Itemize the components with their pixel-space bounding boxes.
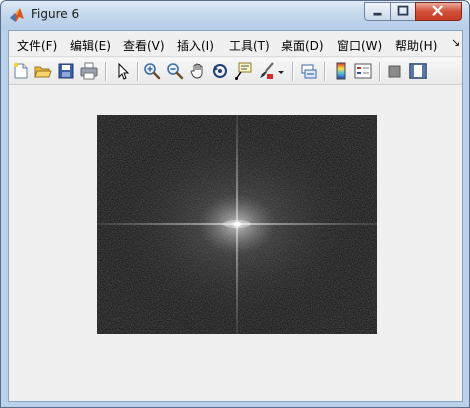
toolbar-separator: [137, 62, 138, 81]
minimize-button[interactable]: [364, 2, 391, 21]
maximize-icon: [397, 5, 409, 16]
new-document-icon: [13, 62, 28, 79]
toolbar-separator: [105, 62, 106, 81]
figure-client-area: 文件(F) 编辑(E) 查看(V) 插入(I) 工具(T) 桌面(D) 窗口(W…: [8, 30, 463, 402]
show-plot-tools-button[interactable]: [409, 62, 427, 80]
print-button[interactable]: [80, 62, 98, 80]
chevron-down-icon: [278, 71, 284, 74]
link-icon: [301, 64, 317, 79]
menu-edit[interactable]: 编辑(E): [70, 37, 111, 54]
menu-file[interactable]: 文件(F): [17, 37, 57, 54]
save-button[interactable]: [57, 62, 75, 80]
rotate-icon: [213, 64, 227, 78]
zoom-out-button[interactable]: [166, 62, 184, 80]
figure-toolbar: [9, 58, 462, 85]
brush-icon: [260, 62, 274, 79]
link-plot-button[interactable]: [300, 62, 318, 80]
brush-button[interactable]: [257, 62, 275, 80]
menu-overflow-icon[interactable]: ↘: [451, 36, 460, 49]
minimize-icon: [373, 12, 382, 16]
show-tools-icon: [409, 63, 427, 79]
menu-window[interactable]: 窗口(W): [337, 37, 382, 54]
rotate-3d-button[interactable]: [211, 62, 229, 80]
fft-spectrum-image[interactable]: [97, 115, 377, 334]
arrow-pointer-icon: [118, 62, 130, 80]
title-bar[interactable]: Figure 6: [1, 1, 469, 30]
colorbar-icon: [336, 62, 346, 80]
open-folder-icon: [34, 66, 52, 78]
menu-help[interactable]: 帮助(H): [395, 37, 437, 54]
maximize-button[interactable]: [390, 2, 416, 21]
data-cursor-icon: [235, 62, 252, 80]
legend-button[interactable]: [354, 62, 372, 80]
legend-icon: [354, 63, 372, 79]
new-figure-button[interactable]: [12, 62, 30, 80]
hand-icon: [190, 63, 203, 79]
save-disk-icon: [58, 63, 74, 79]
edit-plot-button[interactable]: [114, 62, 132, 80]
menu-view[interactable]: 查看(V): [123, 37, 165, 54]
toolbar-separator: [292, 62, 293, 81]
data-cursor-button[interactable]: [234, 62, 252, 80]
pan-button[interactable]: [189, 62, 207, 80]
menu-insert[interactable]: 插入(I): [177, 37, 214, 54]
window-title: Figure 6: [31, 7, 80, 21]
toolbar-separator: [324, 62, 325, 81]
menu-tools[interactable]: 工具(T): [229, 37, 270, 54]
hide-plot-tools-button[interactable]: [386, 62, 404, 80]
open-file-button[interactable]: [34, 62, 52, 80]
figure-window: Figure 6 文件(F) 编辑(E) 查看(V) 插入(I) 工具(T) 桌…: [0, 0, 470, 408]
figure-canvas: [9, 86, 462, 401]
close-icon: [432, 5, 443, 16]
menu-bar: 文件(F) 编辑(E) 查看(V) 插入(I) 工具(T) 桌面(D) 窗口(W…: [9, 31, 462, 57]
toolbar-separator: [379, 62, 380, 81]
hide-tools-icon: [388, 65, 401, 78]
menu-desktop[interactable]: 桌面(D): [281, 37, 324, 54]
zoom-in-icon: [144, 63, 161, 80]
zoom-in-button[interactable]: [143, 62, 161, 80]
colorbar-button[interactable]: [332, 62, 350, 80]
zoom-out-icon: [167, 63, 184, 80]
matlab-logo-icon: [9, 7, 25, 23]
printer-icon: [80, 62, 98, 80]
close-button[interactable]: [415, 2, 462, 21]
brush-dropdown[interactable]: [277, 62, 285, 80]
